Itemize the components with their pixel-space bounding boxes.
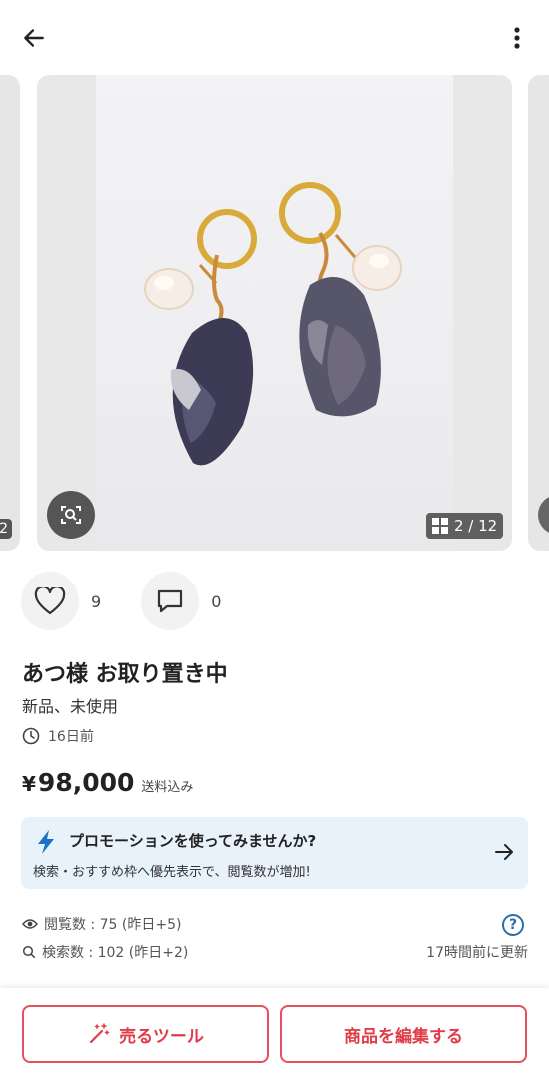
item-stats: 閲覧数 : 75 (昨日+5) 検索数 : 102 (昨日+2) ? 17時間前… [22, 914, 528, 962]
previous-slide-number: 2 [0, 519, 12, 539]
heart-icon [34, 587, 66, 615]
product-photo [96, 75, 453, 551]
engagement-actions: 9 0 [21, 572, 221, 630]
bolt-icon [38, 830, 54, 854]
more-menu-button[interactable] [504, 22, 530, 54]
views-text: 閲覧数 : 75 (昨日+5) [44, 917, 182, 933]
updated-time: 17時間前に更新 [426, 945, 528, 961]
like-button[interactable] [21, 572, 79, 630]
earrings-image [144, 182, 402, 466]
edit-item-button[interactable]: 商品を編集する [280, 1005, 527, 1063]
arrow-left-icon [24, 29, 44, 47]
eye-icon [22, 919, 38, 929]
sell-tool-button[interactable]: 売るツール [22, 1005, 269, 1063]
next-slide-button[interactable] [538, 495, 549, 535]
item-condition: 新品、未使用 [22, 697, 119, 716]
top-bar [0, 0, 549, 76]
magic-wand-icon [90, 1023, 110, 1044]
help-icon[interactable]: ? [502, 914, 524, 936]
image-carousel[interactable]: 2 2 / 12 [0, 75, 549, 551]
price: ¥ 98,000 送料込み [22, 768, 193, 797]
current-slide[interactable]: 2 / 12 [37, 75, 512, 551]
grid-icon [432, 518, 448, 534]
comment-count: 0 [211, 591, 222, 611]
promotion-banner[interactable]: プロモーションを使ってみませんか? 検索・おすすめ枠へ優先表示で、閲覧数が増加! [21, 817, 528, 889]
shipping-label: 送料込み [141, 780, 194, 795]
posted-time-text: 16日前 [48, 729, 94, 745]
more-vertical-icon [514, 27, 520, 49]
image-search-button[interactable] [47, 491, 95, 539]
views-row: 閲覧数 : 75 (昨日+5) [22, 914, 528, 934]
comment-button[interactable] [141, 572, 200, 630]
previous-slide[interactable]: 2 [0, 75, 20, 551]
price-currency: ¥ [22, 772, 36, 796]
promotion-title: プロモーションを使ってみませんか? [69, 832, 317, 850]
posted-time: 16日前 [22, 726, 94, 746]
next-slide[interactable] [528, 75, 549, 551]
sell-tool-label: 売るツール [119, 1026, 204, 1047]
image-counter-text: 2 / 12 [454, 517, 498, 535]
bottom-action-bar: 売るツール 商品を編集する [0, 988, 549, 1080]
search-icon [22, 945, 36, 959]
image-counter: 2 / 12 [426, 513, 504, 539]
image-search-icon [61, 506, 81, 524]
like-count: 9 [91, 591, 102, 611]
comment-icon [158, 589, 183, 613]
clock-icon [22, 727, 40, 745]
promotion-description: 検索・おすすめ枠へ優先表示で、閲覧数が増加! [33, 865, 311, 880]
arrow-right-icon [495, 844, 513, 860]
price-amount: 98,000 [37, 768, 135, 797]
back-button[interactable] [18, 22, 50, 54]
edit-item-label: 商品を編集する [344, 1026, 463, 1047]
searches-text: 検索数 : 102 (昨日+2) [42, 945, 189, 961]
item-title: あつ様 お取り置き中 [22, 662, 228, 687]
